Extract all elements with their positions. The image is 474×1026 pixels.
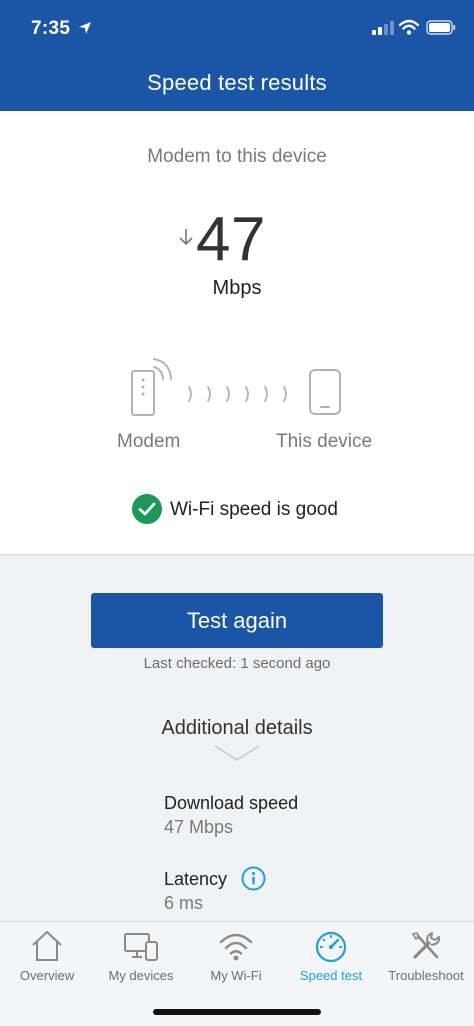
tab-label: My devices (108, 968, 174, 983)
status-bar: 7:35 (0, 0, 474, 58)
checkmark-circle-icon (132, 494, 162, 524)
page-title: Speed test results (147, 70, 327, 95)
app-header: 7:35 Speed test results (0, 0, 474, 111)
tab-speed-test[interactable]: Speed test (284, 922, 378, 992)
wifi-status-message: Wi-Fi speed is good (170, 499, 338, 520)
wifi-status-icon (399, 19, 419, 35)
speed-result-card: Modem to this device 47 Mbps Modem This … (0, 111, 474, 555)
home-icon (32, 931, 62, 961)
tools-icon (411, 932, 441, 959)
cellular-signal-icon (372, 21, 394, 35)
battery-icon (426, 20, 456, 35)
download-speed-label: Download speed (164, 793, 299, 813)
info-icon[interactable] (241, 866, 266, 891)
connection-path-label: Modem to this device (147, 146, 327, 167)
latency-value: 6 ms (164, 893, 204, 913)
download-speed-value: 47 Mbps (164, 817, 234, 837)
tab-label: Speed test (299, 968, 363, 983)
location-arrow-icon (79, 22, 91, 34)
last-checked-text: Last checked: 1 second ago (143, 655, 331, 672)
tab-overview[interactable]: Overview (0, 922, 94, 992)
home-indicator[interactable] (153, 1009, 321, 1015)
modem-label: Modem (117, 431, 181, 452)
tab-label: Troubleshoot (388, 968, 464, 983)
download-arrow-icon (179, 229, 193, 246)
speed-unit: Mbps (212, 277, 262, 299)
additional-details-toggle[interactable]: Additional details (0, 717, 474, 740)
latency-label: Latency (164, 869, 228, 889)
status-time: 7:35 (31, 18, 71, 39)
signal-waves-icon (188, 386, 287, 402)
tab-label: My Wi-Fi (210, 968, 262, 983)
wifi-icon (219, 933, 253, 961)
chevron-down-icon[interactable] (214, 745, 260, 761)
devices-icon (124, 933, 158, 961)
modem-icon (131, 358, 172, 416)
tab-my-wifi[interactable]: My Wi-Fi (189, 922, 283, 992)
tab-my-devices[interactable]: My devices (94, 922, 188, 992)
test-again-button[interactable]: Test again (91, 593, 383, 648)
speed-value: 47 (196, 205, 266, 274)
tab-troubleshoot[interactable]: Troubleshoot (379, 922, 473, 992)
tab-label: Overview (19, 968, 75, 983)
phone-device-icon (309, 369, 341, 415)
device-label: This device (276, 431, 373, 452)
speedometer-icon (315, 931, 347, 962)
